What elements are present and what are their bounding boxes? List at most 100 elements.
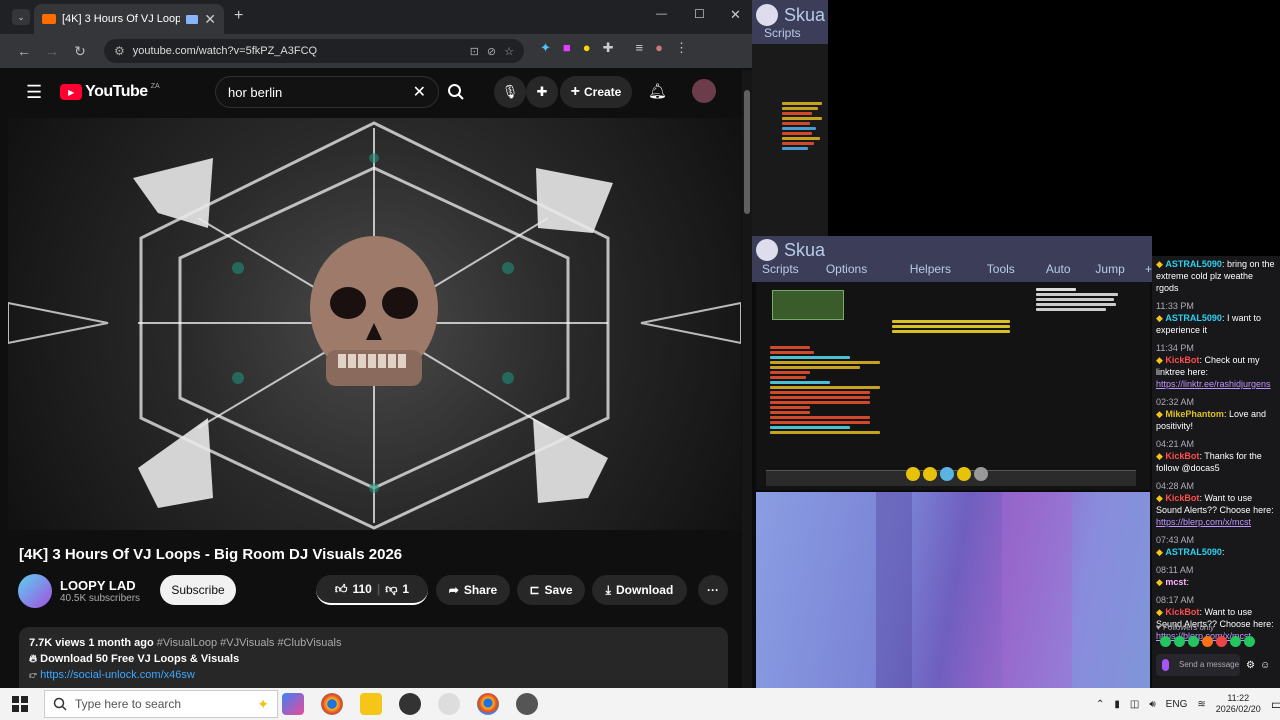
chat-link[interactable]: https://blerp.com/x/mcst [1156, 516, 1276, 528]
chat-link[interactable]: https://linktr.ee/rashidjurgens [1156, 378, 1276, 390]
media-icon[interactable]: ≡ [636, 40, 644, 56]
chat-username[interactable]: ASTRAL5090 [1165, 547, 1222, 557]
scrollbar-thumb[interactable] [744, 90, 750, 214]
clock[interactable]: 11:22 2026/02/20 [1216, 693, 1261, 715]
emote-icon[interactable] [1202, 636, 1213, 647]
chat-username[interactable]: mcst [1165, 577, 1186, 587]
network-icon[interactable]: ◫ [1130, 699, 1139, 710]
like-button[interactable]: 👍︎ 110 [335, 582, 372, 597]
emote-icon[interactable] [1188, 636, 1199, 647]
tracking-icon[interactable]: ⊘ [487, 45, 496, 58]
forward-icon[interactable]: → [38, 43, 66, 59]
skill-icon[interactable] [906, 467, 920, 481]
notification-center-icon[interactable]: ▭ [1271, 696, 1280, 713]
install-icon[interactable]: ⊡ [470, 45, 479, 58]
settings-icon[interactable]: ⚙ [1246, 660, 1255, 672]
create-button[interactable]: + Create [560, 76, 632, 108]
extension-icon[interactable]: ✦ [540, 40, 551, 56]
start-button[interactable] [0, 696, 40, 712]
skill-icon[interactable] [923, 467, 937, 481]
site-info-icon[interactable]: ⚙ [114, 44, 125, 58]
chat-username[interactable]: KickBot [1165, 607, 1199, 617]
action-bar[interactable] [766, 467, 1136, 486]
new-tab-button[interactable]: + [234, 7, 243, 25]
bookmark-star-icon[interactable]: ☆ [504, 45, 514, 58]
minimize-button[interactable]: — [656, 8, 667, 20]
youtube-logo[interactable]: ▶ YouTube ZA [60, 83, 160, 101]
description-link[interactable]: https://social-unlock.com/x46sw [40, 669, 195, 681]
emoji-icon[interactable]: ☺ [1260, 660, 1270, 672]
puzzle-icon[interactable]: ✚ [603, 40, 614, 56]
language-indicator[interactable]: ENG [1166, 699, 1188, 710]
menu-kebab-icon[interactable]: ⋮ [675, 40, 688, 56]
tab-search-button[interactable]: ⌄ [12, 9, 30, 25]
chevron-up-icon[interactable]: ⌃ [1096, 699, 1104, 710]
emote-icon[interactable] [1160, 636, 1171, 647]
extension-icon[interactable]: ● [583, 40, 591, 56]
skill-icon[interactable] [957, 467, 971, 481]
notifications-bell-icon[interactable]: 🔔︎ [648, 82, 667, 100]
hamburger-menu-icon[interactable]: ☰ [26, 82, 42, 103]
skua-menu-auto[interactable]: Auto [1046, 262, 1096, 276]
more-actions-button[interactable]: ··· [698, 575, 728, 605]
channel-name[interactable]: LOOPY LAD [60, 578, 140, 593]
copilot-icon[interactable] [282, 693, 304, 715]
skua-menu-tools[interactable]: Tools [987, 262, 1046, 276]
chat-username[interactable]: KickBot [1165, 355, 1199, 365]
emote-icon[interactable] [1230, 636, 1241, 647]
tab-close-icon[interactable]: ✕ [204, 11, 216, 28]
obs-icon[interactable] [399, 693, 421, 715]
share-button[interactable]: ➦ Share [436, 575, 510, 605]
skua-menu-add[interactable]: + [1145, 262, 1152, 276]
app-icon[interactable] [438, 693, 460, 715]
chrome-active-icon[interactable] [477, 693, 499, 715]
emote-icon[interactable] [1244, 636, 1255, 647]
chat-username[interactable]: ASTRAL5090 [1165, 259, 1222, 269]
skua-menu-options[interactable]: Options [826, 262, 910, 276]
maximize-button[interactable]: ☐ [694, 7, 705, 21]
voice-search-button[interactable]: 🎙 [494, 76, 526, 108]
skua-menu-helpers[interactable]: Helpers [910, 262, 969, 276]
hashtags[interactable]: #VisualLoop #VJVisuals #ClubVisuals [157, 637, 342, 649]
volume-icon[interactable]: 🔊︎ [1149, 699, 1155, 710]
download-button[interactable]: ⤓ Download [592, 575, 687, 605]
video-player[interactable] [8, 118, 741, 530]
back-icon[interactable]: ← [10, 43, 38, 59]
channel-info[interactable]: LOOPY LAD 40.5K subscribers [18, 574, 140, 608]
player-portrait[interactable] [772, 290, 844, 320]
wifi-icon[interactable]: ≋ [1197, 699, 1205, 710]
clear-search-icon[interactable]: ✕ [413, 82, 426, 102]
chat-username[interactable]: KickBot [1165, 451, 1199, 461]
skua-menu-jump[interactable]: Jump [1095, 262, 1145, 276]
skua-menu-scripts[interactable]: Scripts [762, 262, 806, 276]
game-view[interactable] [756, 282, 1150, 490]
emote-icon[interactable] [1216, 636, 1227, 647]
chat-username[interactable]: MikePhantom [1165, 409, 1224, 419]
chrome-icon[interactable] [321, 693, 343, 715]
taskbar-search-input[interactable]: Type here to search ✦ [44, 690, 278, 718]
extension-icon[interactable]: ■ [563, 40, 571, 56]
account-avatar[interactable] [692, 79, 716, 103]
skill-icon[interactable] [974, 467, 988, 481]
search-button[interactable] [439, 76, 473, 108]
close-window-button[interactable]: ✕ [730, 7, 741, 23]
channel-avatar[interactable] [18, 574, 52, 608]
subscribe-button[interactable]: Subscribe [160, 575, 236, 605]
profile-icon[interactable]: ● [655, 40, 663, 56]
chat-username[interactable]: ASTRAL5090 [1165, 313, 1222, 323]
skua-taskbar-icon[interactable] [516, 693, 538, 715]
save-button[interactable]: ⊏ Save [517, 575, 585, 605]
reload-icon[interactable]: ↻ [66, 43, 94, 60]
emote-icon[interactable] [1174, 636, 1185, 647]
chat-username[interactable]: KickBot [1165, 493, 1199, 503]
scripts-menu[interactable]: Scripts [764, 26, 828, 40]
search-input[interactable]: hor berlin ✕ [215, 76, 439, 108]
gamepad-button[interactable]: ✚ [526, 76, 558, 108]
address-bar[interactable]: ⚙ youtube.com/watch?v=5fkPZ_A3FCQ ⊡ ⊘ ☆ [104, 39, 524, 63]
file-explorer-icon[interactable] [360, 693, 382, 715]
tab-youtube[interactable]: [4K] 3 Hours Of VJ Loops - Bi ✕ [34, 4, 224, 34]
skill-icon[interactable] [940, 467, 954, 481]
chat-input[interactable]: Send a message [1156, 654, 1240, 676]
battery-icon[interactable]: ▮ [1114, 699, 1120, 710]
dislike-button[interactable]: 👎︎ 1 [385, 582, 409, 597]
